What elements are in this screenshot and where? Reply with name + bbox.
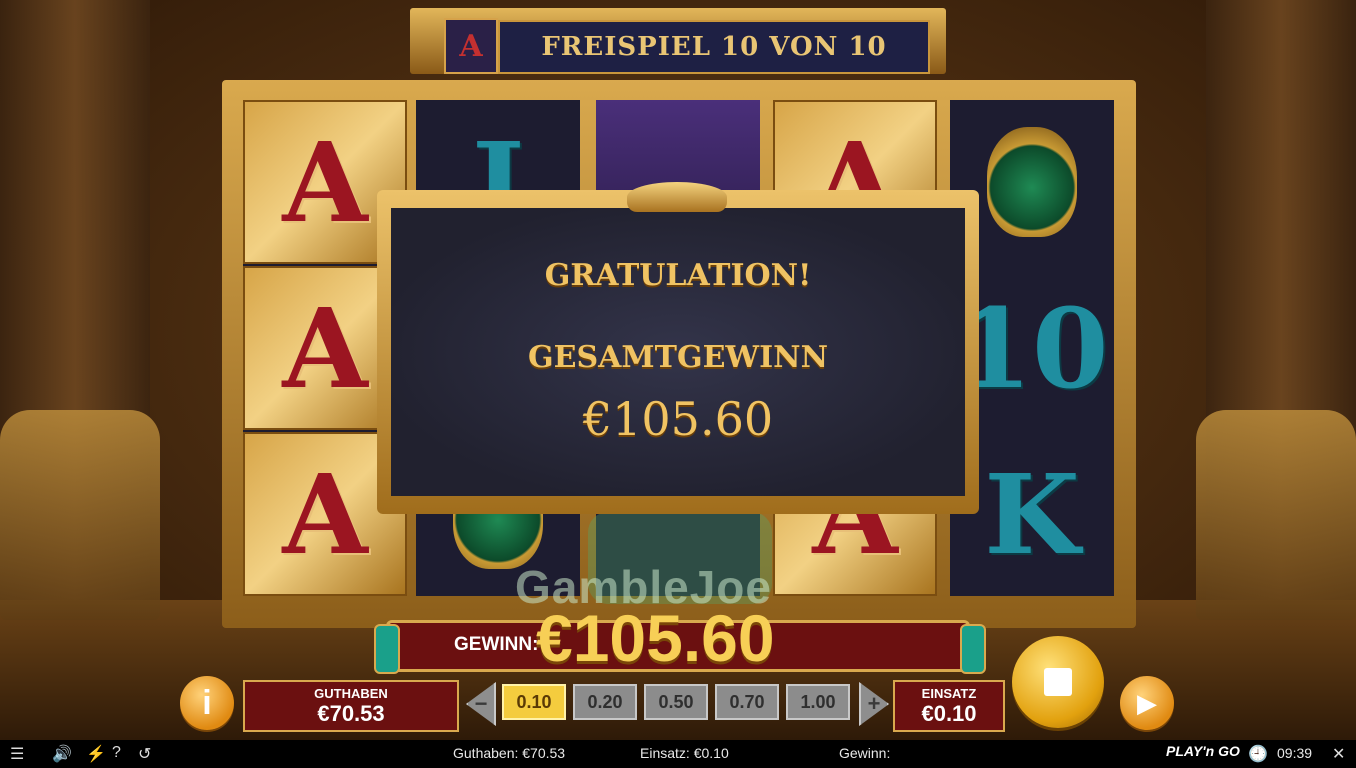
balance-panel: GUTHABEN €70.53 bbox=[243, 680, 459, 732]
clock-icon: 🕘 bbox=[1248, 746, 1268, 763]
bet-option[interactable]: 1.00 bbox=[786, 684, 850, 720]
status-bet: Einsatz: €0.10 bbox=[640, 745, 729, 761]
bet-option[interactable]: 0.50 bbox=[644, 684, 708, 720]
history-icon[interactable]: ↺ bbox=[138, 744, 151, 764]
bet-panel: EINSATZ €0.10 bbox=[893, 680, 1005, 732]
close-icon[interactable]: ✕ bbox=[1332, 744, 1345, 764]
balance-value: €70.53 bbox=[317, 701, 385, 726]
symbol-letter: K bbox=[984, 449, 1080, 579]
bet-label: EINSATZ bbox=[921, 686, 977, 701]
autoplay-button[interactable]: ▶ bbox=[1120, 676, 1174, 730]
title-symbol-icon: A bbox=[444, 18, 498, 74]
status-win: Gewinn: bbox=[839, 745, 891, 761]
game-stage: A FREISPIEL 10 VON 10 A A A J A A 10 K GRATULAT… bbox=[0, 0, 1356, 740]
status-balance: Guthaben: €70.53 bbox=[453, 745, 566, 761]
win-label: GEWINN: bbox=[454, 634, 539, 655]
balance-label: GUTHABEN bbox=[314, 686, 388, 701]
bet-value: €0.10 bbox=[921, 701, 977, 726]
symbol-letter: A bbox=[282, 449, 368, 579]
total-win-amount: €105.60 bbox=[582, 392, 774, 446]
clock-time: 09:39 bbox=[1277, 745, 1313, 761]
scarab-icon bbox=[987, 127, 1077, 237]
play-circle-icon: ▶ bbox=[1137, 687, 1157, 718]
spin-stop-button[interactable] bbox=[1012, 636, 1104, 728]
congrats-text: GRATULATION! bbox=[544, 258, 812, 293]
menu-icon[interactable]: ☰ bbox=[10, 744, 24, 764]
provider-logo: PLAY'n GO bbox=[1166, 743, 1240, 759]
bet-option[interactable]: 0.10 bbox=[502, 684, 566, 720]
free-spin-counter: FREISPIEL 10 VON 10 bbox=[498, 20, 930, 74]
bet-option[interactable]: 0.70 bbox=[715, 684, 779, 720]
turbo-icon[interactable]: ⚡ bbox=[86, 744, 106, 764]
winged-crest-icon bbox=[627, 182, 727, 212]
symbol-letter: A bbox=[282, 117, 368, 247]
status-bar: ☰ 🔊 ⚡ ? ↺ Guthaben: €70.53 Einsatz: €0.1… bbox=[0, 740, 1356, 768]
win-bar-right-cap bbox=[960, 624, 986, 674]
stop-icon bbox=[1044, 668, 1072, 696]
sound-icon[interactable]: 🔊 bbox=[52, 744, 72, 764]
info-button[interactable]: i bbox=[180, 676, 234, 730]
win-bar-left-cap bbox=[374, 624, 400, 674]
win-amount: €105.60 bbox=[536, 601, 775, 675]
bet-option[interactable]: 0.20 bbox=[573, 684, 637, 720]
help-icon[interactable]: ? bbox=[112, 744, 121, 762]
total-win-label: GESAMTGEWINN bbox=[527, 340, 828, 375]
